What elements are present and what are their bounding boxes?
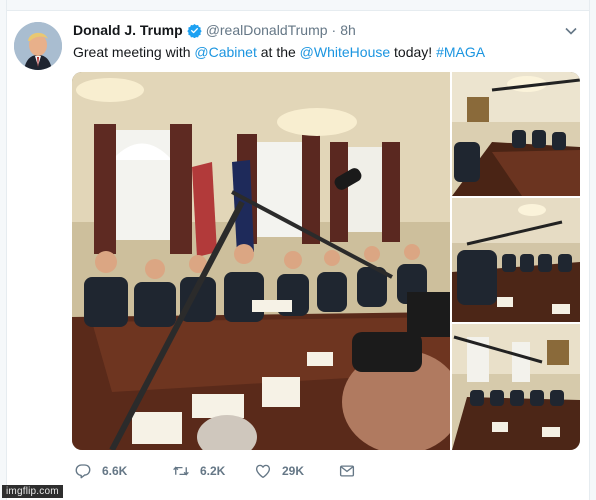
separator-dot: ·	[331, 22, 337, 38]
retweet-button[interactable]: 6.2K	[172, 462, 254, 480]
tweet-text-part: today!	[390, 44, 437, 60]
timestamp[interactable]: 8h	[340, 22, 356, 38]
reply-icon	[75, 464, 91, 479]
media-photo-top-right[interactable]	[452, 72, 580, 196]
like-count: 29K	[282, 464, 305, 478]
hashtag-maga[interactable]: #MAGA	[436, 44, 485, 60]
media-photo-main[interactable]	[72, 72, 462, 450]
retweet-count: 6.2K	[200, 464, 226, 478]
tweet-text-part: Great meeting with	[73, 44, 195, 60]
mention-whitehouse[interactable]: @WhiteHouse	[300, 44, 390, 60]
mention-cabinet[interactable]: @Cabinet	[194, 44, 256, 60]
user-handle[interactable]: @realDonaldTrump	[206, 22, 328, 38]
reply-button[interactable]: 6.6K	[74, 462, 172, 480]
reply-count: 6.6K	[102, 464, 128, 478]
heart-icon	[255, 464, 271, 479]
avatar[interactable]	[14, 22, 62, 70]
tweet-text-part: at the	[256, 44, 300, 60]
envelope-icon	[339, 465, 355, 477]
retweet-icon	[173, 466, 189, 476]
window-frame-top	[0, 0, 596, 11]
tweet-action-bar: 6.6K 6.2K 29K	[74, 462, 366, 480]
window-frame-right	[589, 0, 596, 500]
tweet-text: Great meeting with @Cabinet at the @Whit…	[73, 43, 485, 61]
window-frame-left	[0, 0, 7, 500]
like-button[interactable]: 29K	[254, 462, 338, 480]
media-photo-middle-right[interactable]	[452, 198, 580, 322]
tweet-media-grid	[72, 72, 580, 450]
chevron-down-icon[interactable]	[564, 24, 578, 38]
display-name[interactable]: Donald J. Trump	[73, 22, 183, 38]
verified-badge-icon	[187, 23, 202, 38]
imgflip-watermark: imgflip.com	[2, 485, 63, 498]
media-photo-bottom-right[interactable]	[452, 324, 580, 450]
direct-message-button[interactable]	[338, 462, 366, 480]
tweet-header: Donald J. Trump @realDonaldTrump · 8h	[73, 22, 356, 38]
